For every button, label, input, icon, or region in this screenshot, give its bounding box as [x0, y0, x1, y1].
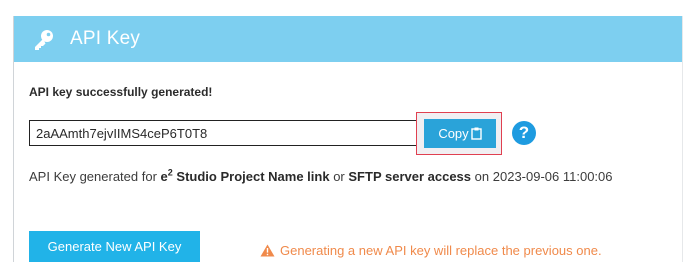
- copy-button[interactable]: Copy: [424, 119, 496, 148]
- info-project: Studio Project Name link: [176, 169, 330, 184]
- generated-info-line: API Key generated for e2 Studio Project …: [29, 167, 613, 184]
- copy-button-label: Copy: [438, 126, 469, 141]
- generate-new-api-key-button[interactable]: Generate New API Key: [29, 231, 200, 262]
- warning-triangle-icon: [260, 244, 275, 257]
- clipboard-icon: [470, 127, 482, 140]
- panel-title: API Key: [70, 28, 141, 49]
- question-circle-icon[interactable]: ?: [512, 121, 536, 145]
- info-brand-sup: 2: [167, 167, 173, 178]
- warning-text: Generating a new API key will replace th…: [280, 243, 602, 258]
- panel-header: API Key: [14, 16, 682, 62]
- info-connector: or: [333, 169, 345, 184]
- page: API Key API key successfully generated! …: [0, 0, 686, 262]
- api-key-panel: API Key API key successfully generated! …: [13, 16, 683, 262]
- replace-warning: Generating a new API key will replace th…: [260, 243, 602, 258]
- api-key-field[interactable]: [29, 120, 421, 146]
- key-icon: [30, 25, 58, 53]
- info-brand: e2: [160, 167, 173, 184]
- info-brand-e: e: [160, 169, 168, 184]
- success-message: API key successfully generated!: [29, 85, 213, 99]
- info-timestamp: 2023-09-06 11:00:06: [492, 169, 613, 184]
- info-prefix: API Key generated for: [29, 169, 157, 184]
- info-date-prefix: on: [474, 169, 490, 184]
- info-access: SFTP server access: [348, 169, 472, 184]
